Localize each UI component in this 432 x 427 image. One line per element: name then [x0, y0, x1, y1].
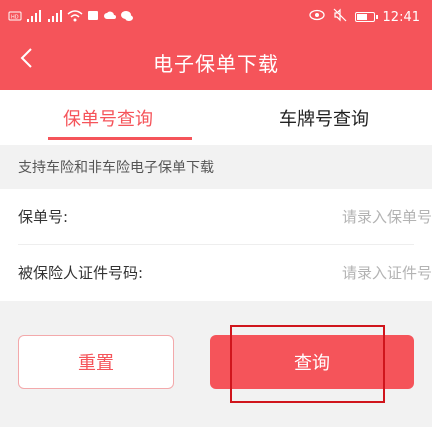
tab-plate-number-query[interactable]: 车牌号查询: [216, 90, 432, 145]
query-button[interactable]: 查询: [210, 335, 414, 389]
wechat-icon: [120, 9, 134, 25]
signal-icon: [46, 9, 64, 25]
tab-policy-number-query[interactable]: 保单号查询: [0, 90, 216, 145]
status-right-icons: 12:41: [308, 6, 420, 28]
policy-number-label: 保单号:: [18, 208, 69, 226]
status-left-icons: HD: [8, 6, 134, 28]
battery-icon: [354, 12, 378, 22]
id-number-row: 被保险人证件号码:: [18, 245, 432, 300]
status-bar: HD 12:41: [0, 0, 432, 34]
policy-number-row: 保单号:: [18, 189, 432, 245]
wifi-icon: [67, 9, 83, 25]
svg-text:HD: HD: [11, 15, 19, 21]
page-title: 电子保单下载: [153, 52, 279, 76]
cloud-icon: [103, 9, 117, 25]
active-tab-indicator: [48, 137, 192, 140]
tab-label: 车牌号查询: [279, 108, 369, 130]
eye-icon: [308, 9, 325, 25]
notice-text: 支持车险和非车险电子保单下载: [0, 145, 432, 189]
query-form: 保单号: 被保险人证件号码:: [0, 189, 432, 301]
policy-number-input[interactable]: [252, 207, 432, 226]
reset-button[interactable]: 重置: [18, 335, 174, 389]
notification-icon: [86, 9, 100, 25]
id-number-label: 被保险人证件号码:: [18, 264, 144, 282]
signal-icon: [25, 9, 43, 25]
id-number-input[interactable]: [252, 263, 432, 282]
hd-icon: HD: [8, 9, 22, 25]
mute-icon: [333, 8, 347, 26]
tab-bar: 保单号查询 车牌号查询: [0, 90, 432, 145]
navigation-bar: 电子保单下载: [0, 34, 432, 90]
tab-label: 保单号查询: [63, 108, 153, 130]
status-time: 12:41: [382, 9, 420, 25]
